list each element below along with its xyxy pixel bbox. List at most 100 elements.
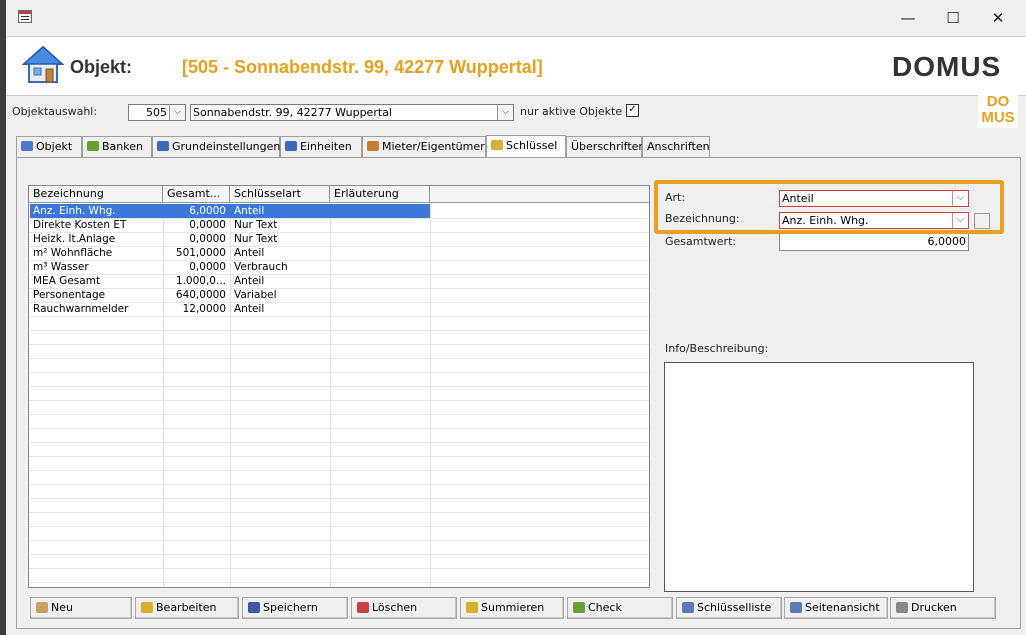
row-gridline — [29, 512, 649, 513]
edit-button[interactable]: Bearbeiten — [135, 597, 239, 619]
table-cell-erl — [330, 246, 430, 260]
domus-small-logo: DO MUS — [978, 92, 1018, 128]
tab-ueberschriften[interactable]: Überschriften — [566, 136, 646, 157]
table-cell-bezeichnung: m² Wohnfläche — [33, 247, 113, 259]
tab-objekt[interactable]: Objekt — [16, 136, 82, 157]
table-cell-bezeichnung: Direkte Kosten ET — [33, 219, 127, 231]
table-cell-gesamt: 501,0000 — [175, 247, 226, 259]
column-header-erlaeuterung[interactable]: Erläuterung — [330, 186, 430, 203]
page-view-button[interactable]: Seitenansicht — [784, 597, 888, 619]
table-cell-art: Nur Text — [234, 219, 278, 231]
table-cell-art: Verbrauch — [234, 261, 288, 273]
column-header-schluesselart[interactable]: Schlüsselart — [230, 186, 330, 203]
object-selector-row: Objektauswahl: 505 ⌵ Sonnabendstr. 99, 4… — [6, 95, 1026, 129]
save-button[interactable]: Speichern — [242, 597, 348, 619]
tab-grundeinstellungen[interactable]: Grundeinstellungen — [152, 136, 280, 157]
key-list-button[interactable]: Schlüsselliste — [676, 597, 782, 619]
tab-banken[interactable]: Banken — [82, 136, 152, 157]
house-icon — [21, 141, 33, 151]
row-gridline — [29, 428, 649, 429]
table-cell-erl — [330, 204, 430, 218]
close-button[interactable]: ✕ — [976, 4, 1020, 32]
button-label: Summieren — [481, 601, 545, 614]
tab-schluessel[interactable]: Schlüssel — [486, 135, 566, 157]
edit-icon — [141, 602, 153, 613]
tab-label: Einheiten — [300, 140, 352, 153]
tree-icon — [157, 141, 169, 151]
check-button[interactable]: Check — [567, 597, 673, 619]
row-gridline — [29, 400, 649, 401]
object-select-label: Objektauswahl: — [12, 105, 98, 118]
row-gridline — [29, 316, 649, 317]
column-header-gesamt[interactable]: Gesamt... — [163, 186, 230, 203]
table-cell-erl — [330, 260, 430, 274]
table-cell-erl — [330, 274, 430, 288]
row-gridline — [29, 470, 649, 471]
row-gridline — [29, 386, 649, 387]
object-address-value: Sonnabendstr. 99, 42277 Wuppertal — [193, 106, 392, 119]
new-icon — [36, 602, 48, 613]
row-gridline — [29, 442, 649, 443]
house-icon — [22, 45, 64, 83]
table-cell-bezeichnung: Heizk. lt.Anlage — [33, 233, 116, 245]
maximize-button[interactable]: ☐ — [931, 4, 975, 32]
table-cell-gesamt: 12,0000 — [182, 303, 226, 315]
button-label: Seitenansicht — [805, 601, 880, 614]
button-label: Check — [588, 601, 622, 614]
tab-label: Anschriften — [647, 140, 710, 153]
gesamtwert-field[interactable]: 6,0000 — [779, 234, 969, 251]
table-cell-art: Nur Text — [234, 233, 278, 245]
tab-anschriften[interactable]: Anschriften — [642, 136, 710, 157]
tab-label: Überschriften — [571, 140, 646, 153]
table-cell-gesamt: 6,0000 — [189, 205, 226, 217]
delete-button[interactable]: Löschen — [351, 597, 457, 619]
row-gridline — [29, 414, 649, 415]
tab-label: Schlüssel — [506, 139, 558, 152]
table-cell-bezeichnung: m³ Wasser — [33, 261, 89, 273]
print-button[interactable]: Drucken — [890, 597, 996, 619]
tab-einheiten[interactable]: Einheiten — [280, 136, 362, 157]
object-number-combo[interactable]: 505 ⌵ — [128, 104, 186, 121]
table-cell-erl — [330, 232, 430, 246]
chevron-down-icon[interactable]: ⌵ — [497, 105, 513, 120]
domus-logo: DOMUS — [892, 51, 1002, 82]
object-address-combo[interactable]: Sonnabendstr. 99, 42277 Wuppertal ⌵ — [190, 104, 514, 121]
row-gridline — [29, 526, 649, 527]
object-label: Objekt: — [70, 57, 133, 77]
new-button[interactable]: Neu — [30, 597, 132, 619]
sum-button[interactable]: Summieren — [460, 597, 564, 619]
info-textarea[interactable] — [664, 362, 974, 592]
column-header-bezeichnung[interactable]: Bezeichnung — [29, 186, 163, 203]
button-label: Speichern — [263, 601, 318, 614]
row-gridline — [29, 358, 649, 359]
check-icon — [573, 602, 585, 613]
object-number-value: 505 — [146, 106, 167, 119]
keys-table[interactable]: Bezeichnung Gesamt... Schlüsselart Erläu… — [28, 185, 650, 588]
table-cell-erl — [330, 288, 430, 302]
row-gridline — [29, 344, 649, 345]
delete-icon — [357, 602, 369, 613]
row-gridline — [29, 568, 649, 569]
button-label: Schlüsselliste — [697, 601, 772, 614]
domus-small-logo-line1: DO — [986, 93, 1010, 110]
gesamtwert-label: Gesamtwert: — [665, 235, 737, 248]
minimize-button[interactable]: — — [886, 4, 930, 32]
button-label: Bearbeiten — [156, 601, 217, 614]
save-icon — [248, 602, 260, 613]
active-objects-checkbox[interactable]: ✓ — [626, 104, 639, 117]
key-icon — [491, 140, 503, 150]
table-cell-erl — [330, 302, 430, 316]
list-icon — [682, 602, 694, 613]
table-cell-bezeichnung: Personentage — [33, 289, 106, 301]
table-cell-bezeichnung: Rauchwarnmelder — [33, 303, 129, 315]
button-label: Neu — [51, 601, 73, 614]
title-bar: — ☐ ✕ — [6, 0, 1026, 36]
building-icon — [285, 141, 297, 151]
main-window: — ☐ ✕ Objekt: [505 - Sonnabendstr. 99, 4… — [6, 0, 1026, 635]
tab-label: Banken — [102, 140, 143, 153]
people-icon — [367, 141, 379, 151]
tab-mieter-eigentuemer[interactable]: Mieter/Eigentümer — [362, 136, 486, 157]
sum-icon — [466, 602, 478, 613]
chevron-down-icon[interactable]: ⌵ — [169, 105, 185, 120]
table-cell-art: Anteil — [234, 303, 265, 315]
